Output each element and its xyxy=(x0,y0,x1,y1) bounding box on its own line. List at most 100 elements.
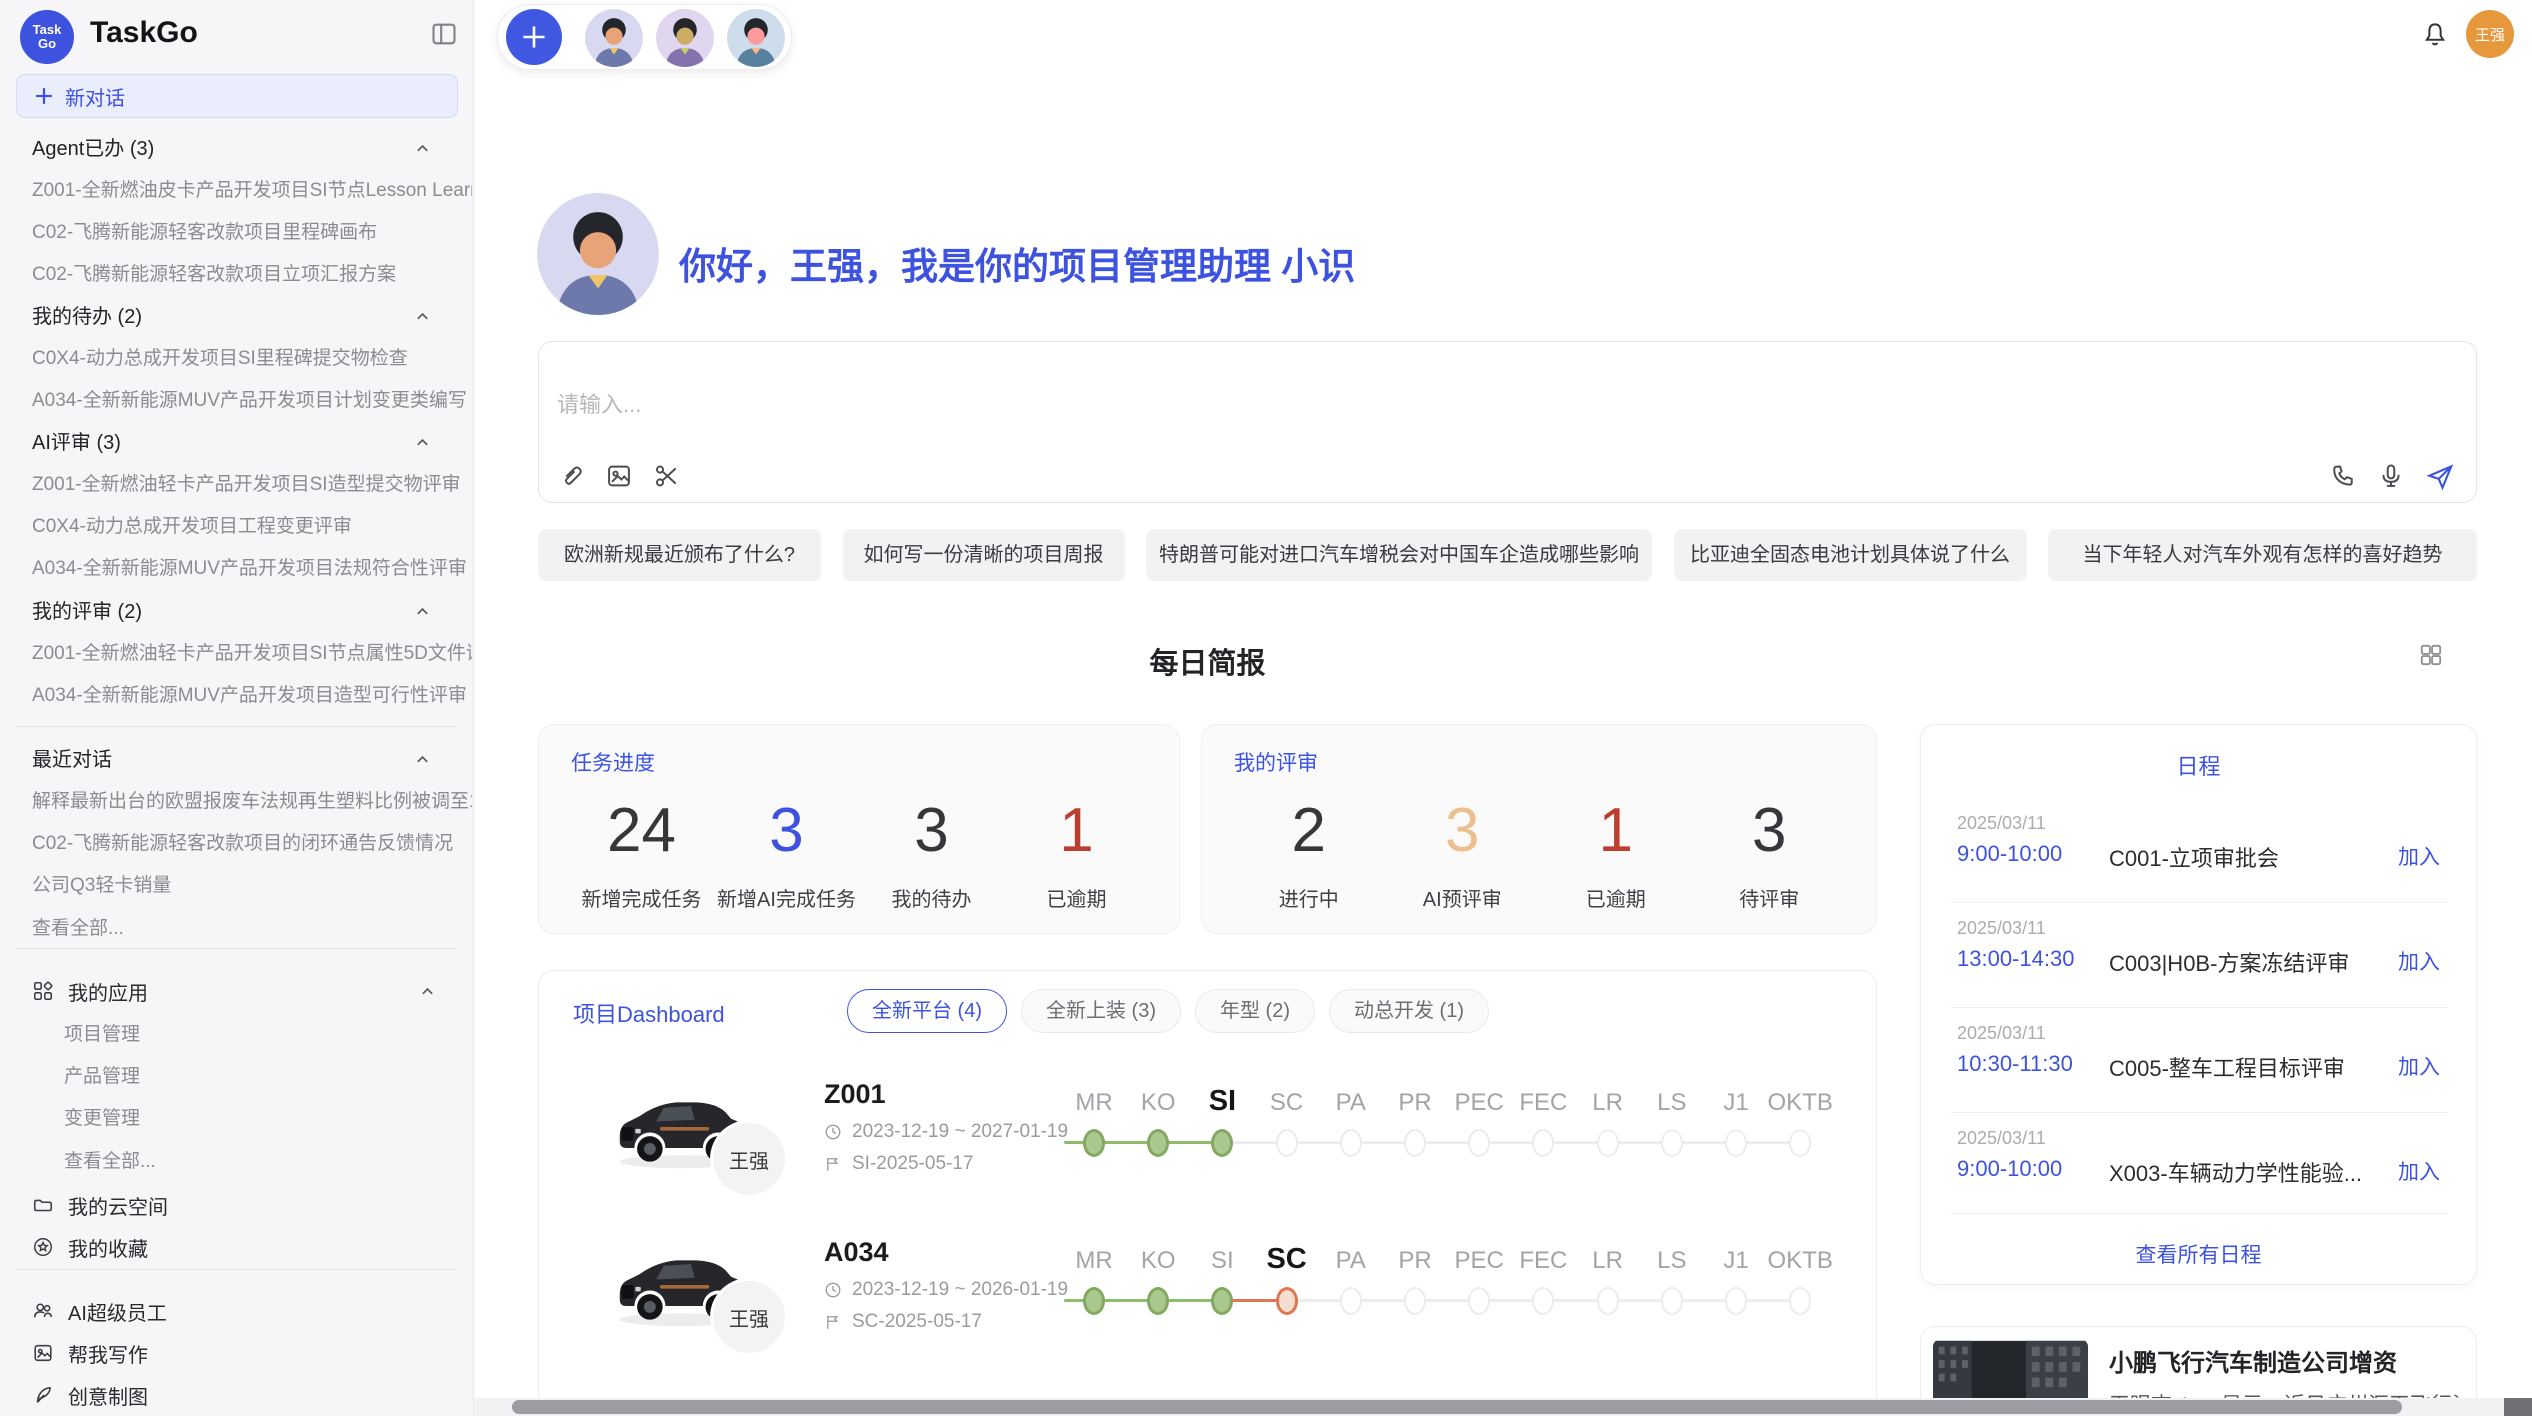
sidebar-collapse-icon[interactable] xyxy=(430,20,458,48)
avatar[interactable] xyxy=(727,9,785,67)
app-link[interactable]: 变更管理 xyxy=(64,1104,464,1134)
layout-grid-icon[interactable] xyxy=(2418,642,2444,668)
chat-input[interactable] xyxy=(557,392,2057,418)
schedule-event[interactable]: X003-车辆动力学性能验... xyxy=(2109,1156,2362,1188)
schedule-event[interactable]: C005-整车工程目标评审 xyxy=(2109,1051,2345,1083)
project-dashboard-card: 项目Dashboard 全新平台 (4) 全新上装 (3) 年型 (2) 动总开… xyxy=(538,970,1877,1416)
chevron-up-icon[interactable] xyxy=(415,753,430,765)
microphone-icon[interactable] xyxy=(2377,462,2405,490)
sidebar-item-favorites[interactable]: 我的收藏 xyxy=(32,1232,148,1262)
milestone-label: SC xyxy=(1270,1089,1303,1117)
view-all-schedule-link[interactable]: 查看所有日程 xyxy=(1921,1239,2476,1269)
suggestion-chip[interactable]: 比亚迪全固态电池计划具体说了什么 xyxy=(1674,529,2027,581)
milestone-label: FEC xyxy=(1519,1247,1567,1275)
section-my-review[interactable]: 我的评审 (2) xyxy=(32,597,442,627)
chevron-up-icon[interactable] xyxy=(415,605,430,617)
image-upload-icon[interactable] xyxy=(605,462,633,490)
suggestion-chip[interactable]: 如何写一份清晰的项目周报 xyxy=(843,529,1125,581)
section-agent-done[interactable]: Agent已办 (3) xyxy=(32,134,442,164)
sidebar-item-ai-employee[interactable]: AI超级员工 xyxy=(32,1296,167,1326)
list-item[interactable]: C02-飞腾新能源轻客改款项目里程碑画布 xyxy=(32,218,472,248)
milestone-label: J1 xyxy=(1723,1089,1748,1117)
list-item[interactable]: Z001-全新燃油轻卡产品开发项目SI造型提交物评审 xyxy=(32,470,472,500)
list-item[interactable]: C0X4-动力总成开发项目SI里程碑提交物检查 xyxy=(32,344,472,374)
new-chat-label: 新对话 xyxy=(65,82,125,111)
app-link[interactable]: 项目管理 xyxy=(64,1020,464,1050)
logo-text-top: Task xyxy=(33,23,62,37)
sidebar-item-help-write[interactable]: 帮我写作 xyxy=(32,1338,148,1368)
schedule-event[interactable]: C003|H0B-方案冻结评审 xyxy=(2109,946,2349,978)
greeting-text: 你好，王强，我是你的项目管理助理 小识 xyxy=(679,236,1355,290)
list-item[interactable]: C0X4-动力总成开发项目工程变更评审 xyxy=(32,512,472,542)
list-item[interactable]: A034-全新新能源MUV产品开发项目造型可行性评审 xyxy=(32,681,472,711)
chevron-up-icon[interactable] xyxy=(415,142,430,154)
section-title: 最近对话 xyxy=(32,749,112,771)
list-item[interactable]: C02-飞腾新能源轻客改款项目立项汇报方案 xyxy=(32,260,472,290)
user-avatar[interactable]: 王强 xyxy=(2466,10,2514,58)
notification-bell-icon[interactable] xyxy=(2420,20,2450,50)
list-item[interactable]: C02-飞腾新能源轻客改款项目的闭环通告反馈情况 xyxy=(32,829,472,859)
chevron-up-icon[interactable] xyxy=(420,985,435,997)
project-code[interactable]: A034 xyxy=(824,1237,889,1268)
suggestion-chip[interactable]: 欧洲新规最近颁布了什么? xyxy=(538,529,821,581)
milestone-label: MR xyxy=(1075,1247,1112,1275)
tab-powertrain[interactable]: 动总开发 (1) xyxy=(1329,989,1489,1033)
section-my-todo[interactable]: 我的待办 (2) xyxy=(32,302,442,332)
tab-new-platform[interactable]: 全新平台 (4) xyxy=(847,989,1007,1033)
app-link[interactable]: 产品管理 xyxy=(64,1062,464,1092)
join-link[interactable]: 加入 xyxy=(2398,1051,2440,1081)
card-title: 我的评审 xyxy=(1234,747,1318,777)
list-item[interactable]: A034-全新新能源MUV产品开发项目计划变更类编写 xyxy=(32,386,472,416)
milestone-label: SI xyxy=(1209,1085,1236,1118)
horizontal-scrollbar-thumb[interactable] xyxy=(512,1400,2402,1414)
suggestion-chip[interactable]: 特朗普可能对进口汽车增税会对中国车企造成哪些影响 xyxy=(1146,529,1652,581)
sidebar-item-cloud-space[interactable]: 我的云空间 xyxy=(32,1190,168,1220)
attachment-icon[interactable] xyxy=(557,462,585,490)
card-title: 任务进度 xyxy=(571,747,655,777)
sidebar-item-my-apps[interactable]: 我的应用 xyxy=(32,976,148,1006)
join-link[interactable]: 加入 xyxy=(2398,841,2440,871)
scissors-icon[interactable] xyxy=(653,462,681,490)
stat-new-done: 24新增完成任务 xyxy=(569,781,714,933)
list-item[interactable]: A034-全新新能源MUV产品开发项目法规符合性评审 xyxy=(32,554,472,584)
new-chat-button[interactable]: 新对话 xyxy=(16,74,458,118)
chevron-up-icon[interactable] xyxy=(415,436,430,448)
schedule-event[interactable]: C001-立项审批会 xyxy=(2109,841,2279,873)
schedule-date: 2025/03/11 xyxy=(1957,813,2046,834)
milestone-dot xyxy=(1725,1129,1747,1157)
list-item[interactable]: 解释最新出台的欧盟报废车法规再生塑料比例被调至15% xyxy=(32,787,472,817)
view-all-link[interactable]: 查看全部... xyxy=(32,914,472,944)
sidebar-item-creative-draw[interactable]: 创意制图 xyxy=(32,1380,148,1410)
milestone-label: PA xyxy=(1336,1247,1366,1275)
send-icon[interactable] xyxy=(2425,462,2455,492)
dashboard-title: 项目Dashboard xyxy=(573,997,725,1029)
section-recent-chats[interactable]: 最近对话 xyxy=(32,745,442,775)
list-item[interactable]: Z001-全新燃油轻卡产品开发项目SI节点属性5D文件评审 xyxy=(32,639,472,669)
tab-model-year[interactable]: 年型 (2) xyxy=(1195,989,1315,1033)
chevron-up-icon[interactable] xyxy=(415,310,430,322)
section-ai-review[interactable]: AI评审 (3) xyxy=(32,428,442,458)
milestone-label: PR xyxy=(1398,1089,1431,1117)
tab-new-body[interactable]: 全新上装 (3) xyxy=(1021,989,1181,1033)
join-link[interactable]: 加入 xyxy=(2398,946,2440,976)
sidebar-item-label: 我的应用 xyxy=(68,977,148,1006)
phone-icon[interactable] xyxy=(2329,462,2357,490)
new-session-button[interactable] xyxy=(506,9,562,65)
milestone-label: LS xyxy=(1657,1089,1686,1117)
avatar[interactable] xyxy=(656,9,714,67)
join-link[interactable]: 加入 xyxy=(2398,1156,2440,1186)
avatar[interactable] xyxy=(585,9,643,67)
divider xyxy=(1951,1007,2448,1008)
list-item[interactable]: Z001-全新燃油皮卡产品开发项目SI节点Lesson Learn报告 xyxy=(32,176,472,206)
people-icon xyxy=(32,1300,54,1322)
list-item[interactable]: 公司Q3轻卡销量 xyxy=(32,871,472,901)
view-all-link[interactable]: 查看全部... xyxy=(64,1147,464,1177)
milestone-label: J1 xyxy=(1723,1247,1748,1275)
project-owner-badge: 王强 xyxy=(713,1123,785,1195)
stat-ai-prereview: 3AI预评审 xyxy=(1386,781,1540,933)
project-code[interactable]: Z001 xyxy=(824,1079,886,1110)
suggestion-chip[interactable]: 当下年轻人对汽车外观有怎样的喜好趋势 xyxy=(2048,529,2477,581)
quill-icon xyxy=(32,1384,54,1406)
divider xyxy=(16,948,458,949)
stat-overdue: 1已逾期 xyxy=(1539,781,1693,933)
